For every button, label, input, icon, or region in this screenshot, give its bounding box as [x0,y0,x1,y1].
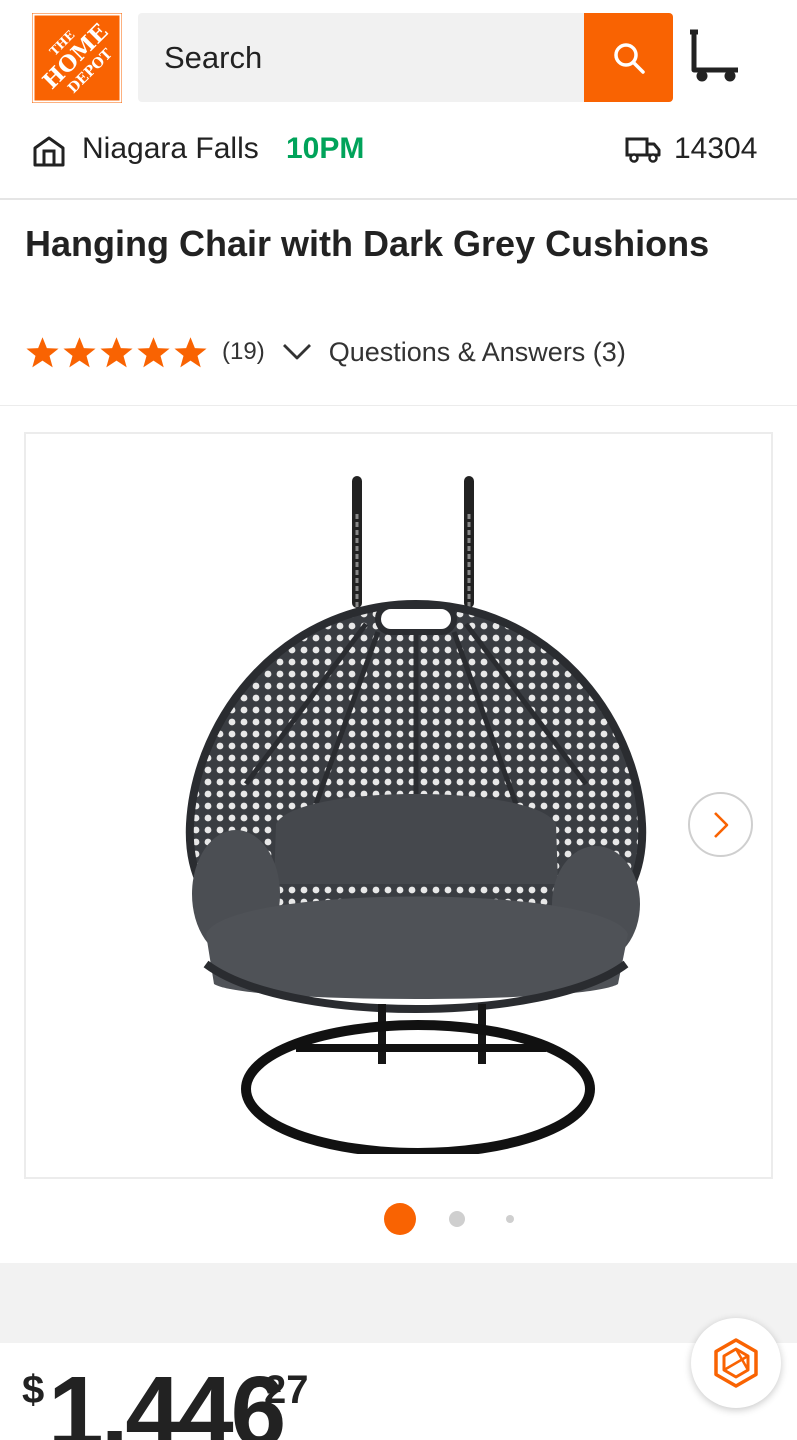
section-divider [0,1263,797,1343]
home-depot-logo[interactable]: THE HOME DEPOT [32,13,122,103]
carousel-dot-active[interactable] [384,1203,416,1235]
star-icon [63,336,96,367]
star-icon [174,336,207,367]
next-image-button[interactable] [688,792,753,857]
carousel-dot[interactable] [449,1211,465,1227]
store-bar[interactable]: Niagara Falls 10PM 14304 [0,118,797,200]
star-icon [137,336,170,367]
price-cents: 27 [264,1368,309,1412]
star-icon [100,336,133,367]
rating-row: (19) Questions & Answers (3) [25,332,626,372]
truck-icon [625,137,661,163]
cart-button[interactable] [688,28,742,84]
questions-answers-link[interactable]: Questions & Answers (3) [329,337,626,368]
review-count[interactable]: (19) [222,338,265,366]
chevron-right-icon [713,811,728,838]
carousel-dot[interactable] [506,1215,514,1223]
product-image [185,476,647,1154]
assistant-button[interactable] [691,1318,781,1408]
search-box [138,13,673,102]
search-button[interactable] [584,13,673,102]
delivery-zip[interactable]: 14304 [674,132,757,166]
price-currency: $ [22,1368,45,1412]
cart-icon [690,29,738,82]
price: $ 1,446 27 [22,1340,522,1440]
star-icon [26,336,59,367]
hexagon-assistant-icon [714,1338,758,1388]
price-dollars: 1,446 [48,1356,286,1440]
chevron-down-icon[interactable] [281,340,313,364]
search-icon [613,42,645,74]
store-name[interactable]: Niagara Falls [82,132,259,166]
product-title: Hanging Chair with Dark Grey Cushions [25,223,710,264]
image-carousel [0,405,797,1263]
title-partial-line: Charcoal Wicker Outdoor Patio [25,200,785,220]
store-icon [33,136,65,167]
product-image-frame[interactable] [24,432,773,1179]
header: THE HOME DEPOT [0,0,797,118]
star-rating[interactable] [25,335,208,370]
store-hours: 10PM [286,132,365,165]
search-input[interactable] [138,13,584,102]
